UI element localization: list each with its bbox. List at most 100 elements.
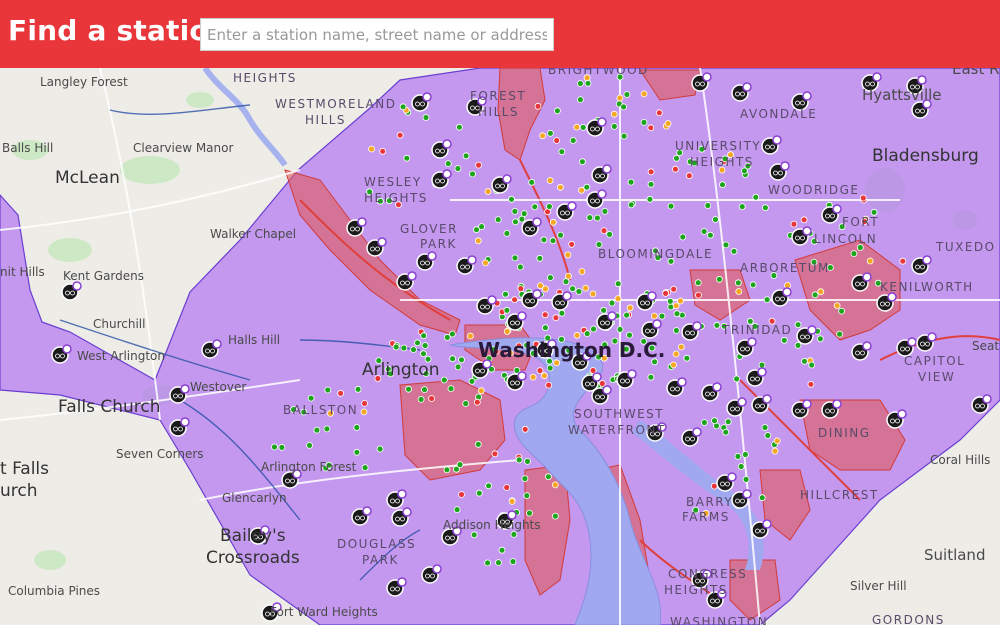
station-dot[interactable]	[817, 288, 825, 296]
station-dot[interactable]	[620, 132, 628, 140]
station-dot[interactable]	[475, 489, 483, 497]
station-dot[interactable]	[368, 145, 376, 153]
station-dot[interactable]	[528, 178, 536, 186]
station-dot[interactable]	[573, 123, 581, 131]
station-dot[interactable]	[662, 289, 669, 297]
station-dot[interactable]	[761, 424, 769, 431]
station-dot[interactable]	[752, 193, 760, 201]
station-dot[interactable]	[323, 425, 331, 433]
station-dot[interactable]	[458, 491, 465, 498]
station-dot[interactable]	[683, 354, 691, 362]
station-dot[interactable]	[421, 342, 429, 349]
station-dot[interactable]	[758, 494, 766, 502]
station-dot[interactable]	[523, 492, 531, 500]
station-dot[interactable]	[790, 220, 798, 228]
station-dot[interactable]	[677, 343, 685, 351]
station-dot[interactable]	[454, 165, 462, 172]
station-dot[interactable]	[503, 328, 511, 335]
station-dot[interactable]	[428, 395, 436, 402]
station-dot[interactable]	[482, 259, 489, 267]
station-dot[interactable]	[564, 251, 572, 259]
station-dot[interactable]	[526, 509, 533, 517]
station-dot[interactable]	[672, 350, 680, 358]
station-dot[interactable]	[899, 257, 907, 265]
station-dot[interactable]	[403, 154, 411, 162]
station-dot[interactable]	[762, 204, 769, 212]
station-dot[interactable]	[517, 285, 525, 293]
station-dot[interactable]	[546, 177, 554, 184]
station-dot[interactable]	[541, 372, 548, 380]
station-dot[interactable]	[512, 218, 519, 226]
station-dot[interactable]	[547, 274, 554, 282]
station-dot[interactable]	[307, 394, 315, 402]
station-dot[interactable]	[808, 361, 816, 369]
station-dot[interactable]	[508, 497, 516, 505]
station-dot[interactable]	[558, 148, 566, 156]
station-dot[interactable]	[509, 558, 517, 565]
station-dot[interactable]	[517, 263, 524, 271]
station-dot[interactable]	[562, 278, 570, 286]
station-dot[interactable]	[677, 297, 684, 305]
station-dot[interactable]	[491, 450, 499, 458]
station-dot[interactable]	[667, 303, 675, 311]
station-dot[interactable]	[443, 466, 451, 474]
station-dot[interactable]	[673, 310, 681, 318]
station-dot[interactable]	[584, 79, 592, 87]
station-search-input[interactable]	[200, 18, 554, 51]
station-dot[interactable]	[534, 102, 542, 110]
station-dot[interactable]	[399, 103, 407, 111]
station-dot[interactable]	[655, 109, 663, 117]
station-dot[interactable]	[453, 506, 461, 514]
station-dot[interactable]	[623, 311, 630, 319]
station-dot[interactable]	[502, 290, 509, 298]
station-dot[interactable]	[734, 279, 742, 287]
station-dot[interactable]	[306, 441, 313, 449]
station-dot[interactable]	[667, 202, 675, 210]
station-dot[interactable]	[647, 373, 655, 381]
station-dot[interactable]	[627, 201, 635, 209]
station-dot[interactable]	[579, 158, 586, 166]
station-dot[interactable]	[589, 290, 597, 298]
station-dot[interactable]	[545, 381, 553, 389]
station-dot[interactable]	[749, 281, 757, 289]
station-dot[interactable]	[549, 218, 557, 226]
station-dot[interactable]	[640, 119, 648, 126]
station-dot[interactable]	[583, 330, 591, 338]
station-dot[interactable]	[606, 230, 613, 238]
station-dot[interactable]	[443, 333, 451, 341]
station-dot[interactable]	[578, 268, 586, 275]
station-dot[interactable]	[722, 428, 730, 436]
station-dot[interactable]	[462, 400, 470, 407]
station-dot[interactable]	[614, 280, 622, 288]
station-dot[interactable]	[540, 236, 548, 244]
station-dot[interactable]	[577, 80, 584, 87]
station-dot[interactable]	[610, 110, 618, 118]
station-dot[interactable]	[524, 457, 531, 465]
station-dot[interactable]	[838, 307, 845, 315]
station-dot[interactable]	[447, 385, 455, 393]
station-dot[interactable]	[547, 129, 554, 137]
station-dot[interactable]	[469, 170, 476, 178]
station-dot[interactable]	[794, 321, 802, 329]
station-dot[interactable]	[531, 203, 539, 211]
station-dot[interactable]	[503, 484, 511, 491]
station-dot[interactable]	[474, 237, 482, 245]
station-dot[interactable]	[361, 399, 369, 407]
station-dot[interactable]	[484, 559, 492, 567]
station-dot[interactable]	[589, 367, 597, 374]
station-dot[interactable]	[511, 296, 518, 304]
station-dot[interactable]	[616, 325, 624, 333]
station-dot[interactable]	[551, 481, 559, 489]
station-dot[interactable]	[817, 335, 824, 343]
station-dot[interactable]	[771, 447, 779, 455]
station-dot[interactable]	[719, 181, 726, 189]
station-dot[interactable]	[485, 482, 493, 490]
station-dot[interactable]	[811, 291, 819, 299]
station-dot[interactable]	[670, 285, 678, 293]
station-dot[interactable]	[695, 291, 702, 299]
station-dot[interactable]	[600, 306, 607, 314]
station-dot[interactable]	[800, 216, 808, 224]
station-dot[interactable]	[701, 419, 708, 426]
station-dot[interactable]	[392, 343, 400, 351]
station-dot[interactable]	[521, 475, 529, 483]
